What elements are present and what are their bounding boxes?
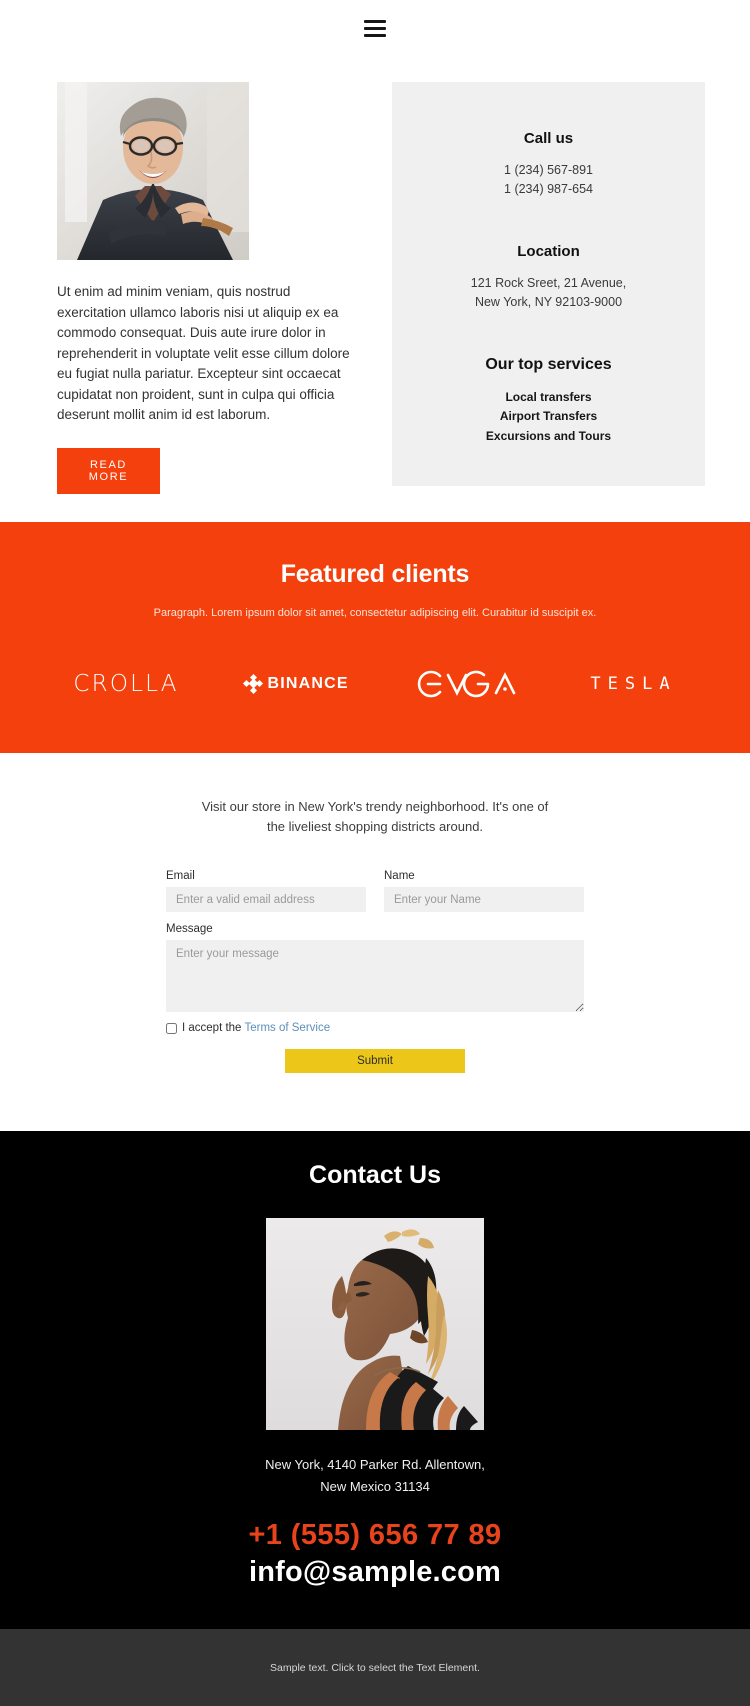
portrait-photo-man (57, 82, 249, 260)
email-field-group: Email (166, 870, 366, 913)
form-intro-text: Visit our store in New York's trendy nei… (175, 797, 575, 839)
contact-us-title: Contact Us (309, 1161, 441, 1190)
client-logo-evga[interactable] (416, 667, 524, 701)
diamond-bottom (249, 686, 257, 694)
terms-of-service-link[interactable]: Terms of Service (244, 1022, 330, 1034)
name-input[interactable] (384, 887, 584, 913)
binance-diamond-icon (243, 673, 264, 694)
address-line-2: New York, NY 92103-9000 (474, 295, 623, 309)
service-item-0[interactable]: Local transfers (416, 388, 681, 407)
burger-bar-1 (364, 19, 386, 23)
featured-clients-title: Featured clients (280, 559, 470, 588)
footer-bar: Sample text. Click to select the Text El… (0, 1629, 750, 1706)
submit-button[interactable]: Submit (285, 1049, 465, 1074)
dark-phone-number[interactable]: +1 (555) 656 77 89 (0, 1519, 750, 1552)
name-label: Name (384, 870, 415, 883)
location-block: Location 121 Rock Sreet, 21 Avenue, New … (416, 243, 681, 312)
featured-clients-subtitle: Paragraph. Lorem ipsum dolor sit amet, c… (153, 606, 597, 619)
contact-form-section: Visit our store in New York's trendy nei… (0, 752, 750, 1132)
intro-section: Ut enim ad minim veniam, quis nostrud ex… (0, 56, 750, 522)
diamond-right (256, 680, 264, 688)
service-item-2[interactable]: Excursions and Tours (416, 427, 681, 446)
dark-address-line-1: New York, 4140 Parker Rd. Allentown, (265, 1457, 485, 1473)
read-more-button[interactable]: READ MORE (57, 447, 160, 494)
name-field-group: Name (384, 870, 584, 913)
site-header (0, 0, 750, 56)
message-textarea[interactable] (166, 940, 584, 1013)
footer-sample-text[interactable]: Sample text. Click to select the Text El… (270, 1662, 480, 1674)
client-logo-row: CROLLA BINANCE TESLA (0, 667, 750, 701)
page-root: Ut enim ad minim veniam, quis nostrud ex… (0, 0, 750, 1706)
dark-address: New York, 4140 Parker Rd. Allentown, New… (0, 1454, 750, 1497)
dark-email-address[interactable]: info@sample.com (0, 1556, 750, 1589)
burger-bar-2 (364, 26, 386, 30)
man-photo-illustration (57, 82, 249, 260)
top-services-title: Our top services (485, 356, 612, 373)
form-intro-line-1: Visit our store in New York's trendy nei… (201, 798, 549, 814)
email-label: Email (166, 870, 195, 883)
intro-left-column: Ut enim ad minim veniam, quis nostrud ex… (0, 82, 392, 494)
binance-wordmark: BINANCE (267, 674, 349, 692)
call-us-title: Call us (523, 130, 574, 147)
accept-terms-row: I accept the Terms of Service (166, 1022, 584, 1034)
form-wrapper: Email Name Message I accept the Terms of… (166, 870, 584, 1074)
dark-contact-section: Contact Us New York, 4140 Parker Rd. All… (0, 1131, 750, 1630)
form-row-top: Email Name (166, 870, 584, 913)
address-line-1: 121 Rock Sreet, 21 Avenue, (470, 276, 627, 290)
intro-paragraph: Ut enim ad minim veniam, quis nostrud ex… (57, 284, 350, 423)
featured-clients-section: Featured clients Paragraph. Lorem ipsum … (0, 521, 750, 753)
message-label: Message (166, 923, 213, 936)
service-item-1[interactable]: Airport Transfers (416, 407, 681, 426)
email-input[interactable] (166, 887, 366, 913)
accept-terms-checkbox[interactable] (166, 1022, 177, 1034)
location-title: Location (517, 243, 580, 260)
client-logo-tesla[interactable]: TESLA (590, 674, 676, 694)
client-logo-binance[interactable]: BINANCE (243, 673, 349, 694)
portrait-photo-woman (266, 1218, 484, 1431)
client-logo-crolla[interactable]: CROLLA (73, 671, 178, 697)
message-field-group: Message (166, 923, 584, 1013)
dark-address-line-2: New Mexico 31134 (320, 1478, 430, 1494)
top-services-block: Our top services Local transfers Airport… (416, 356, 681, 446)
call-us-block: Call us 1 (234) 567-891 1 (234) 987-654 (416, 130, 681, 199)
woman-photo-illustration (266, 1218, 484, 1431)
phone-1[interactable]: 1 (234) 567-891 (416, 161, 681, 180)
info-panel: Call us 1 (234) 567-891 1 (234) 987-654 … (392, 82, 705, 487)
form-intro-line-2: the liveliest shopping districts around. (266, 819, 484, 835)
hamburger-menu-icon[interactable] (364, 19, 386, 37)
accept-terms-text: I accept the (182, 1022, 242, 1035)
evga-logomark (417, 670, 515, 697)
phone-2[interactable]: 1 (234) 987-654 (416, 180, 681, 199)
burger-bar-3 (364, 33, 386, 37)
